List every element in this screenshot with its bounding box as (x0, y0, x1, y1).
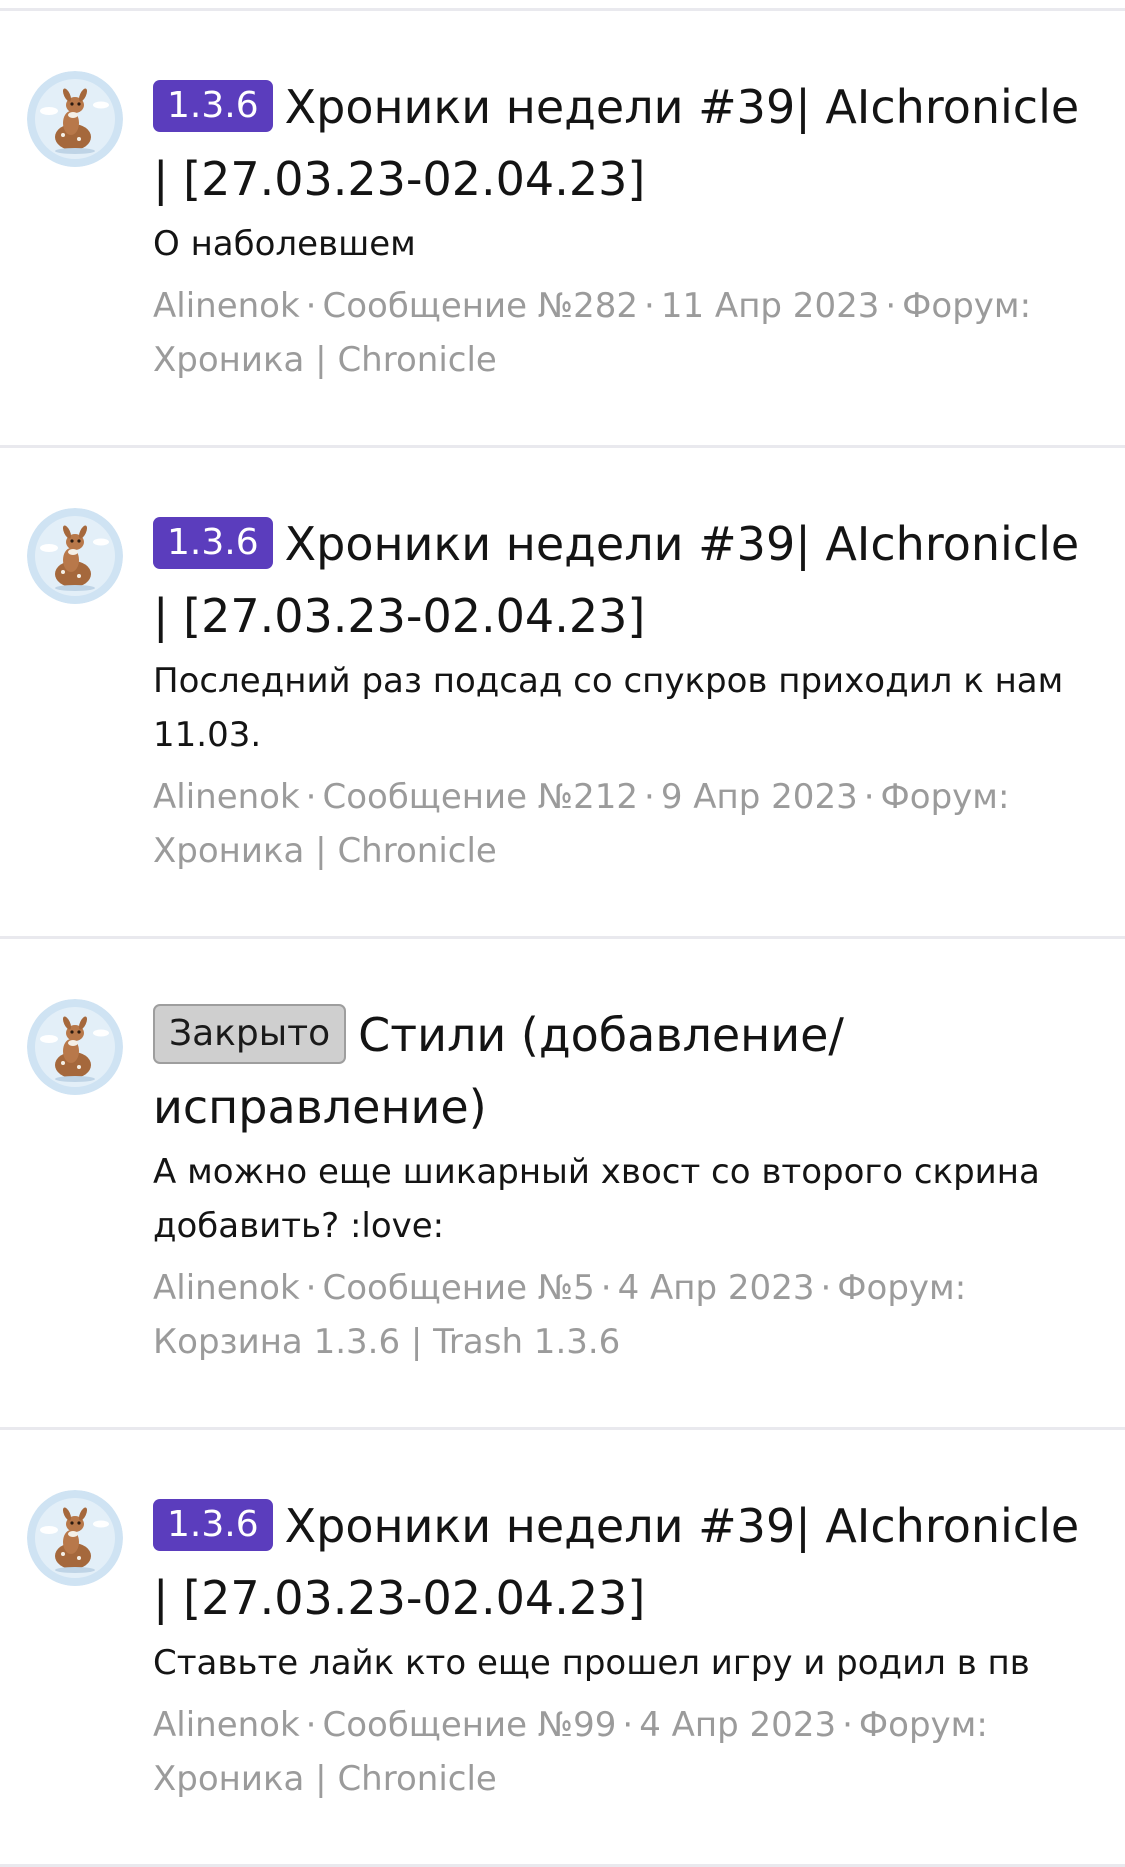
prefix-badge[interactable]: 1.3.6 (153, 517, 273, 569)
post-date: 9 Апр 2023 (660, 777, 858, 817)
meta-separator: · (820, 1268, 832, 1308)
author-link[interactable]: Alinenok (153, 1268, 300, 1308)
prefix-badge[interactable]: 1.3.6 (153, 80, 273, 132)
meta-separator: · (885, 286, 897, 326)
post-snippet[interactable]: Ставьте лайк кто еще прошел игру и родил… (153, 1636, 1085, 1690)
fawn-avatar-icon (27, 1490, 123, 1586)
search-result[interactable]: Закрыто Стили (добавление/исправление) А … (0, 939, 1125, 1430)
author-link[interactable]: Alinenok (153, 286, 300, 326)
search-result[interactable]: 1.3.6 Хроники недели #39| AIchronicle | [… (0, 1430, 1125, 1867)
thread-title-text[interactable]: Хроники недели #39| AIchronicle | [27.03… (153, 517, 1079, 643)
thread-title[interactable]: 1.3.6 Хроники недели #39| AIchronicle | [… (153, 1490, 1085, 1634)
post-snippet[interactable]: О наболевшем (153, 217, 1085, 271)
post-number-link[interactable]: Сообщение №282 (322, 286, 638, 326)
meta-separator: · (644, 777, 655, 817)
result-meta: Alinenok · Сообщение №5 · 4 Апр 2023 · Форум: … (153, 1261, 1085, 1369)
meta-separator: · (305, 777, 317, 817)
fawn-avatar-icon (27, 508, 123, 604)
result-meta: Alinenok · Сообщение №212 · 9 Апр 2023 · Форум… (153, 770, 1085, 878)
search-results-list: 1.3.6 Хроники недели #39| AIchronicle | [… (0, 11, 1125, 1867)
meta-separator: · (600, 1268, 612, 1308)
user-avatar[interactable] (27, 1490, 123, 1586)
user-avatar[interactable] (27, 999, 123, 1095)
meta-separator: · (305, 1268, 317, 1308)
meta-separator: · (863, 777, 875, 817)
post-snippet[interactable]: Последний раз подсад со спукров приходил… (153, 654, 1085, 762)
post-snippet[interactable]: А можно еще шикарный хвост со второго ск… (153, 1145, 1085, 1253)
thread-title-text[interactable]: Хроники недели #39| AIchronicle | [27.03… (153, 80, 1079, 206)
thread-title[interactable]: Закрыто Стили (добавление/исправление) (153, 999, 1085, 1143)
meta-separator: · (842, 1705, 853, 1745)
meta-separator: · (305, 1705, 317, 1745)
thread-title-text[interactable]: Хроники недели #39| AIchronicle | [27.03… (153, 1499, 1079, 1625)
post-number-link[interactable]: Сообщение №99 (322, 1705, 616, 1745)
result-meta: Alinenok · Сообщение №282 · 11 Апр 2023 · Фору… (153, 279, 1085, 387)
post-number-link[interactable]: Сообщение №212 (322, 777, 638, 817)
author-link[interactable]: Alinenok (153, 777, 300, 817)
search-result[interactable]: 1.3.6 Хроники недели #39| AIchronicle | [… (0, 448, 1125, 939)
meta-separator: · (622, 1705, 634, 1745)
thread-title[interactable]: 1.3.6 Хроники недели #39| AIchronicle | [… (153, 508, 1085, 652)
post-date: 4 Апр 2023 (617, 1268, 815, 1308)
prefix-badge[interactable]: 1.3.6 (153, 1499, 273, 1551)
post-date: 11 Апр 2023 (660, 286, 880, 326)
post-number-link[interactable]: Сообщение №5 (322, 1268, 594, 1308)
user-avatar[interactable] (27, 508, 123, 604)
thread-title[interactable]: 1.3.6 Хроники недели #39| AIchronicle | [… (153, 71, 1085, 215)
result-meta: Alinenok · Сообщение №99 · 4 Апр 2023 · Форум:… (153, 1698, 1085, 1806)
fawn-avatar-icon (27, 71, 123, 167)
author-link[interactable]: Alinenok (153, 1705, 300, 1745)
prefix-badge[interactable]: Закрыто (153, 1004, 347, 1064)
user-avatar[interactable] (27, 71, 123, 167)
search-result[interactable]: 1.3.6 Хроники недели #39| AIchronicle | [… (0, 11, 1125, 448)
meta-separator: · (305, 286, 317, 326)
meta-separator: · (644, 286, 655, 326)
fawn-avatar-icon (27, 999, 123, 1095)
post-date: 4 Апр 2023 (639, 1705, 837, 1745)
